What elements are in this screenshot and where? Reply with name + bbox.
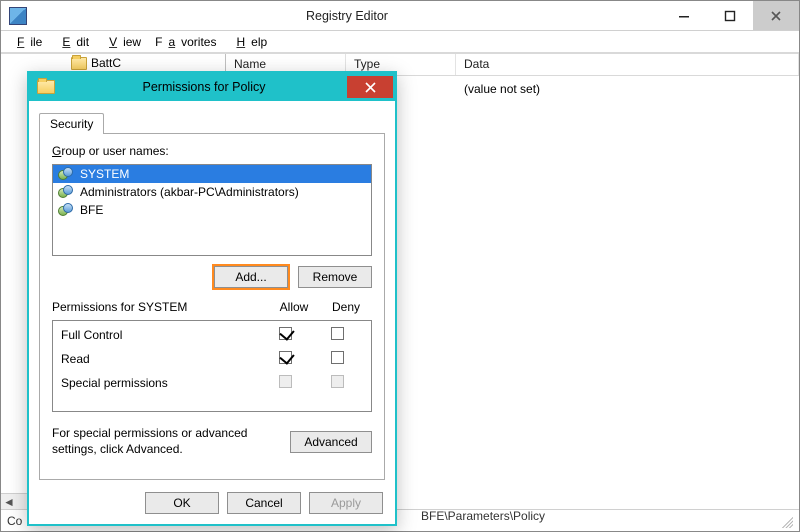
menu-view[interactable]: View — [97, 33, 147, 51]
user-row-bfe[interactable]: BFE — [53, 201, 371, 219]
folder-icon — [71, 57, 87, 70]
minimize-button[interactable] — [661, 1, 707, 30]
user-name: Administrators (akbar-PC\Administrators) — [80, 185, 299, 199]
dialog-close-button[interactable] — [347, 76, 393, 98]
dialog-titlebar[interactable]: Permissions for Policy — [29, 73, 395, 101]
user-row-administrators[interactable]: Administrators (akbar-PC\Administrators) — [53, 183, 371, 201]
tree-item[interactable]: BattC — [1, 54, 225, 72]
group-icon — [58, 203, 74, 217]
allow-header: Allow — [268, 300, 320, 314]
deny-header: Deny — [320, 300, 372, 314]
maximize-button[interactable] — [707, 1, 753, 30]
perm-row-read: Read — [61, 351, 363, 367]
folder-icon — [37, 80, 55, 94]
permissions-dialog: Permissions for Policy Security Group or… — [27, 71, 397, 526]
advanced-row: For special permissions or advanced sett… — [52, 426, 372, 457]
user-row-system[interactable]: SYSTEM — [53, 165, 371, 183]
allow-fullcontrol-checkbox[interactable] — [279, 327, 292, 340]
col-data[interactable]: Data — [456, 54, 799, 75]
perm-row-fullcontrol: Full Control — [61, 327, 363, 343]
deny-special-checkbox — [331, 375, 344, 388]
advanced-text: For special permissions or advanced sett… — [52, 426, 280, 457]
menu-help[interactable]: Help — [224, 33, 273, 51]
group-label: Group or user names: — [52, 144, 372, 158]
status-path-visible: BFE\Parameters\Policy — [421, 509, 545, 523]
tab-panel: Group or user names: SYSTEM Administrato… — [39, 133, 385, 480]
menu-file[interactable]: File — [5, 33, 48, 51]
main-title: Registry Editor — [33, 9, 661, 23]
group-icon — [58, 185, 74, 199]
tree-item-label: BattC — [91, 56, 121, 70]
tabstrip: Security — [39, 109, 385, 133]
user-list[interactable]: SYSTEM Administrators (akbar-PC\Administ… — [52, 164, 372, 256]
menu-edit[interactable]: Edit — [50, 33, 95, 51]
allow-special-checkbox — [279, 375, 292, 388]
user-name: SYSTEM — [80, 167, 129, 181]
group-icon — [58, 167, 74, 181]
menubar: File Edit View Favorites Help — [1, 31, 799, 53]
apply-button[interactable]: Apply — [309, 492, 383, 514]
deny-fullcontrol-checkbox[interactable] — [331, 327, 344, 340]
main-titlebar: Registry Editor — [1, 1, 799, 31]
remove-button[interactable]: Remove — [298, 266, 372, 288]
dialog-title: Permissions for Policy — [61, 80, 347, 94]
ok-button[interactable]: OK — [145, 492, 219, 514]
resize-grip-icon[interactable] — [779, 514, 793, 528]
allow-read-checkbox[interactable] — [279, 351, 292, 364]
menu-favorites[interactable]: Favorites — [149, 33, 222, 51]
cancel-button[interactable]: Cancel — [227, 492, 301, 514]
add-button[interactable]: Add... — [214, 266, 288, 288]
tab-security[interactable]: Security — [39, 113, 104, 134]
close-button[interactable] — [753, 1, 799, 30]
deny-read-checkbox[interactable] — [331, 351, 344, 364]
scroll-left-icon[interactable]: ◄ — [1, 494, 17, 510]
permissions-for-label: Permissions for SYSTEM — [52, 300, 268, 314]
user-name: BFE — [80, 203, 103, 217]
regedit-icon — [9, 7, 27, 25]
list-cell-data: (value not set) — [456, 80, 548, 98]
permissions-header: Permissions for SYSTEM Allow Deny — [52, 300, 372, 314]
status-path-prefix: Co — [7, 514, 25, 528]
perm-row-special: Special permissions — [61, 375, 363, 391]
permissions-box: Full Control Read Special permissions — [52, 320, 372, 412]
advanced-button[interactable]: Advanced — [290, 431, 372, 453]
